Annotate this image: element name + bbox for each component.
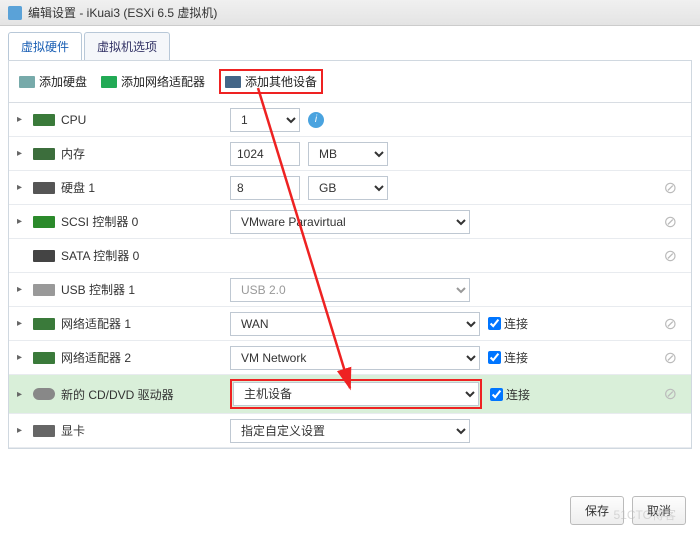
expand-icon[interactable]: ▸ xyxy=(17,148,27,159)
cancel-button[interactable]: 取消 xyxy=(632,496,686,525)
device-icon xyxy=(225,76,241,88)
memory-input[interactable] xyxy=(230,142,300,166)
cpu-icon xyxy=(33,114,55,126)
tab-bar: 虚拟硬件 虚拟机选项 xyxy=(0,26,700,60)
usb-label: USB 控制器 1 xyxy=(61,281,135,298)
nic2-label: 网络适配器 2 xyxy=(61,349,131,366)
usb-type-select[interactable]: USB 2.0 xyxy=(230,278,470,302)
cdrom-icon xyxy=(33,388,55,400)
row-nic1: ▸ 网络适配器 1 WAN 连接 ⊘ xyxy=(9,307,691,341)
save-button[interactable]: 保存 xyxy=(570,496,624,525)
add-other-device-button[interactable]: 添加其他设备 xyxy=(225,73,317,90)
window-title: 编辑设置 - iKuai3 (ESXi 6.5 虚拟机) xyxy=(28,4,217,21)
hardware-panel: 添加硬盘 添加网络适配器 添加其他设备 ▸ CPU 1i ▸ 内存 MB ▸ 硬盘 1… xyxy=(8,60,692,449)
memory-label: 内存 xyxy=(61,145,85,162)
nic-icon xyxy=(33,318,55,330)
disk-unit-select[interactable]: GB xyxy=(308,176,388,200)
window-icon xyxy=(8,6,22,20)
row-cdrom: ▸ 新的 CD/DVD 驱动器 主机设备 连接 ⊘ xyxy=(9,375,691,414)
expand-icon[interactable]: ▸ xyxy=(17,318,27,329)
toolbar: 添加硬盘 添加网络适配器 添加其他设备 xyxy=(9,61,691,103)
hardware-grid: ▸ CPU 1i ▸ 内存 MB ▸ 硬盘 1 GB ⊘ ▸ SCSI 控制器 0 VMw… xyxy=(9,103,691,448)
expand-icon[interactable]: ▸ xyxy=(17,182,27,193)
scsi-type-select[interactable]: VMware Paravirtual xyxy=(230,210,470,234)
cdrom-source-select[interactable]: 主机设备 xyxy=(233,382,479,406)
gpu-setting-select[interactable]: 指定自定义设置 xyxy=(230,419,470,443)
cdrom-label: 新的 CD/DVD 驱动器 xyxy=(61,386,174,403)
remove-icon[interactable]: ⊘ xyxy=(664,384,677,404)
tab-virtual-hardware[interactable]: 虚拟硬件 xyxy=(8,32,82,60)
row-disk1: ▸ 硬盘 1 GB ⊘ xyxy=(9,171,691,205)
info-icon[interactable]: i xyxy=(308,112,324,128)
row-nic2: ▸ 网络适配器 2 VM Network 连接 ⊘ xyxy=(9,341,691,375)
nic1-network-select[interactable]: WAN xyxy=(230,312,480,336)
usb-icon xyxy=(33,284,55,296)
cpu-label: CPU xyxy=(61,113,86,127)
expand-icon[interactable]: ▸ xyxy=(17,389,27,400)
cdrom-select-highlight: 主机设备 xyxy=(230,379,482,409)
add-other-highlight: 添加其他设备 xyxy=(219,69,323,94)
memory-icon xyxy=(33,148,55,160)
add-disk-button[interactable]: 添加硬盘 xyxy=(19,73,87,90)
nic2-network-select[interactable]: VM Network xyxy=(230,346,480,370)
gpu-label: 显卡 xyxy=(61,422,85,439)
add-nic-button[interactable]: 添加网络适配器 xyxy=(101,73,205,90)
disk-icon xyxy=(33,182,55,194)
disk-size-input[interactable] xyxy=(230,176,300,200)
expand-icon[interactable]: ▸ xyxy=(17,352,27,363)
nic-icon xyxy=(101,76,117,88)
row-scsi: ▸ SCSI 控制器 0 VMware Paravirtual ⊘ xyxy=(9,205,691,239)
expand-icon[interactable]: ▸ xyxy=(17,216,27,227)
cpu-select[interactable]: 1 xyxy=(230,108,300,132)
row-sata: SATA 控制器 0 ⊘ xyxy=(9,239,691,273)
disk-icon xyxy=(19,76,35,88)
expand-icon[interactable]: ▸ xyxy=(17,425,27,436)
expand-icon[interactable]: ▸ xyxy=(17,114,27,125)
dialog-footer: 保存 取消 xyxy=(570,496,686,525)
row-usb: ▸ USB 控制器 1 USB 2.0 xyxy=(9,273,691,307)
cdrom-connect-checkbox[interactable]: 连接 xyxy=(490,386,530,403)
nic-icon xyxy=(33,352,55,364)
row-memory: ▸ 内存 MB xyxy=(9,137,691,171)
expand-icon[interactable]: ▸ xyxy=(17,284,27,295)
remove-icon[interactable]: ⊘ xyxy=(664,178,677,198)
nic1-label: 网络适配器 1 xyxy=(61,315,131,332)
tab-vm-options[interactable]: 虚拟机选项 xyxy=(84,32,170,60)
nic1-connect-checkbox[interactable]: 连接 xyxy=(488,315,528,332)
row-cpu: ▸ CPU 1i xyxy=(9,103,691,137)
remove-icon[interactable]: ⊘ xyxy=(664,348,677,368)
remove-icon[interactable]: ⊘ xyxy=(664,212,677,232)
gpu-icon xyxy=(33,425,55,437)
sata-label: SATA 控制器 0 xyxy=(61,247,139,264)
remove-icon[interactable]: ⊘ xyxy=(664,246,677,266)
window-titlebar: 编辑设置 - iKuai3 (ESXi 6.5 虚拟机) xyxy=(0,0,700,26)
scsi-icon xyxy=(33,216,55,228)
remove-icon[interactable]: ⊘ xyxy=(664,314,677,334)
disk-label: 硬盘 1 xyxy=(61,179,95,196)
memory-unit-select[interactable]: MB xyxy=(308,142,388,166)
sata-icon xyxy=(33,250,55,262)
scsi-label: SCSI 控制器 0 xyxy=(61,213,138,230)
nic2-connect-checkbox[interactable]: 连接 xyxy=(488,349,528,366)
row-gpu: ▸ 显卡 指定自定义设置 xyxy=(9,414,691,448)
